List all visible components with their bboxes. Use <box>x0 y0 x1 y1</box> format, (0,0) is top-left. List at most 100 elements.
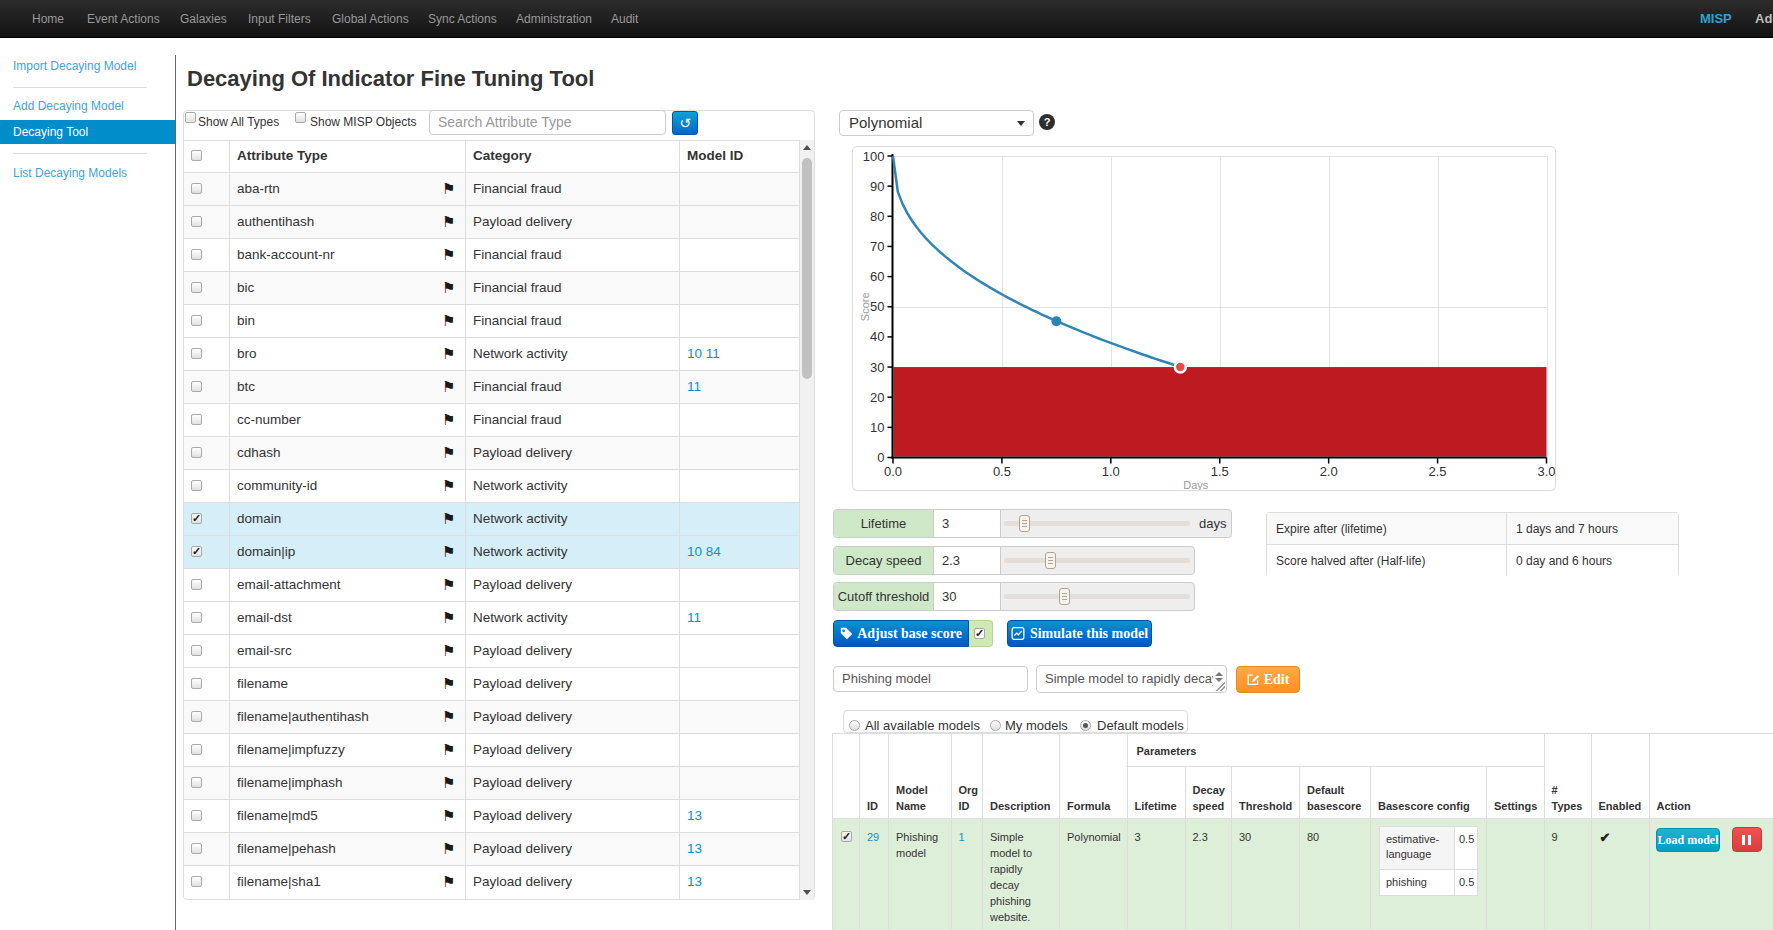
flag-icon[interactable]: ⚑ <box>442 246 455 264</box>
simulate-model-button[interactable]: Simulate this model <box>1007 620 1152 647</box>
model-id-links[interactable]: 10 84 <box>687 544 721 559</box>
current-score-marker[interactable] <box>1051 316 1061 326</box>
row-checkbox[interactable] <box>191 546 202 557</box>
model-row-checkbox[interactable] <box>841 831 852 842</box>
flag-icon[interactable]: ⚑ <box>442 576 455 594</box>
row-checkbox[interactable] <box>191 612 202 623</box>
attribute-table-scrollbar[interactable] <box>800 140 814 900</box>
sidebar-item-add-decaying-model[interactable]: Add Decaying Model <box>13 99 124 113</box>
refresh-button[interactable]: ↺ <box>672 111 698 135</box>
control-value-input[interactable]: 30 <box>934 583 1001 610</box>
radio-label[interactable]: All available models <box>865 718 980 733</box>
nav-item-event-actions[interactable]: Event Actions <box>87 0 160 38</box>
row-checkbox[interactable] <box>191 810 202 821</box>
row-checkbox[interactable] <box>191 414 202 425</box>
flag-icon[interactable]: ⚑ <box>442 213 455 231</box>
flag-icon[interactable]: ⚑ <box>442 378 455 396</box>
row-checkbox[interactable] <box>191 843 202 854</box>
slider-handle[interactable] <box>1045 552 1056 569</box>
attribute-row-email-dst[interactable]: email-dst⚑Network activity11 <box>184 601 800 634</box>
row-checkbox[interactable] <box>191 876 202 887</box>
search-input[interactable]: Search Attribute Type <box>429 110 666 135</box>
attribute-row-email-attachment[interactable]: email-attachment⚑Payload delivery <box>184 568 800 601</box>
radio-my-models[interactable] <box>990 720 1001 731</box>
row-checkbox[interactable] <box>191 480 202 491</box>
slider-track[interactable] <box>1004 558 1190 563</box>
attribute-row-domain[interactable]: domain⚑Network activity <box>184 502 800 535</box>
control-value-input[interactable]: 2.3 <box>934 547 1001 574</box>
textarea-up-arrow[interactable] <box>1215 672 1223 676</box>
attribute-row-filename[interactable]: filename⚑Payload delivery <box>184 667 800 700</box>
flag-icon[interactable]: ⚑ <box>442 510 455 528</box>
nav-item-home[interactable]: Home <box>32 0 64 38</box>
select-all-checkbox[interactable] <box>191 150 202 161</box>
attribute-row-filename|impfuzzy[interactable]: filename|impfuzzy⚑Payload delivery <box>184 733 800 766</box>
flag-icon[interactable]: ⚑ <box>442 543 455 561</box>
sidebar-item-decaying-tool[interactable]: Decaying Tool <box>0 120 175 144</box>
row-checkbox[interactable] <box>191 315 202 326</box>
row-checkbox[interactable] <box>191 711 202 722</box>
model-org-id[interactable]: 1 <box>959 829 965 845</box>
radio-all-available-models[interactable] <box>849 720 860 731</box>
attribute-row-aba-rtn[interactable]: aba-rtn⚑Financial fraud <box>184 172 800 205</box>
adjust-base-score-button[interactable]: Adjust base score <box>833 620 969 647</box>
slider-handle[interactable] <box>1019 515 1030 532</box>
flag-icon[interactable]: ⚑ <box>442 411 455 429</box>
attribute-row-filename|authentihash[interactable]: filename|authentihash⚑Payload delivery <box>184 700 800 733</box>
formula-select[interactable]: Polynomial <box>839 110 1034 136</box>
slider-track[interactable] <box>1004 594 1190 599</box>
pause-model-button[interactable] <box>1732 827 1762 852</box>
flag-icon[interactable]: ⚑ <box>442 807 455 825</box>
row-checkbox[interactable] <box>191 216 202 227</box>
cutoff-marker[interactable] <box>1175 362 1186 373</box>
row-checkbox[interactable] <box>191 381 202 392</box>
model-id-links[interactable]: 13 <box>687 841 702 856</box>
scrollbar-up-arrow[interactable] <box>803 145 811 150</box>
load-model-button[interactable]: Load model <box>1656 828 1720 852</box>
scrollbar-thumb[interactable] <box>802 158 812 379</box>
flag-icon[interactable]: ⚑ <box>442 708 455 726</box>
flag-icon[interactable]: ⚑ <box>442 279 455 297</box>
nav-item-administration[interactable]: Administration <box>516 0 592 38</box>
navbar-user-menu[interactable]: Admin <box>1755 0 1773 38</box>
flag-icon[interactable]: ⚑ <box>442 477 455 495</box>
control-value-input[interactable]: 3 <box>934 510 1001 537</box>
attribute-row-cc-number[interactable]: cc-number⚑Financial fraud <box>184 403 800 436</box>
sidebar-item-import-decaying-model[interactable]: Import Decaying Model <box>13 59 136 73</box>
flag-icon[interactable]: ⚑ <box>442 444 455 462</box>
help-icon[interactable]: ? <box>1039 114 1055 130</box>
nav-item-input-filters[interactable]: Input Filters <box>248 0 311 38</box>
flag-icon[interactable]: ⚑ <box>442 741 455 759</box>
attribute-row-bank-account-nr[interactable]: bank-account-nr⚑Financial fraud <box>184 238 800 271</box>
flag-icon[interactable]: ⚑ <box>442 345 455 363</box>
model-description-textarea[interactable]: Simple model to rapidly decay <box>1036 665 1227 693</box>
decay-chart[interactable]: 01020304050607080901000.00.51.01.52.02.5… <box>853 147 1555 490</box>
model-row[interactable]: 29Phishing model1Simple model to rapidly… <box>832 819 1773 930</box>
flag-icon[interactable]: ⚑ <box>442 675 455 693</box>
show-misp-objects-checkbox[interactable] <box>295 112 306 123</box>
radio-label[interactable]: Default models <box>1097 718 1184 733</box>
attribute-row-community-id[interactable]: community-id⚑Network activity <box>184 469 800 502</box>
row-checkbox[interactable] <box>191 678 202 689</box>
row-checkbox[interactable] <box>191 183 202 194</box>
show-all-types-checkbox[interactable] <box>185 112 196 123</box>
navbar-brand[interactable]: MISP <box>1700 0 1732 38</box>
nav-item-galaxies[interactable]: Galaxies <box>180 0 227 38</box>
row-checkbox[interactable] <box>191 645 202 656</box>
row-checkbox[interactable] <box>191 513 202 524</box>
nav-item-audit[interactable]: Audit <box>611 0 638 38</box>
row-checkbox[interactable] <box>191 777 202 788</box>
row-checkbox[interactable] <box>191 348 202 359</box>
textarea-resize-grip[interactable] <box>1216 682 1225 691</box>
slider-track[interactable] <box>1004 521 1190 526</box>
attribute-row-authentihash[interactable]: authentihash⚑Payload delivery <box>184 205 800 238</box>
row-checkbox[interactable] <box>191 249 202 260</box>
row-checkbox[interactable] <box>191 447 202 458</box>
flag-icon[interactable]: ⚑ <box>442 873 455 891</box>
nav-item-sync-actions[interactable]: Sync Actions <box>428 0 497 38</box>
slider-handle[interactable] <box>1059 588 1070 605</box>
attribute-row-btc[interactable]: btc⚑Financial fraud11 <box>184 370 800 403</box>
flag-icon[interactable]: ⚑ <box>442 609 455 627</box>
attribute-row-domain|ip[interactable]: domain|ip⚑Network activity10 84 <box>184 535 800 568</box>
attribute-row-filename|imphash[interactable]: filename|imphash⚑Payload delivery <box>184 766 800 799</box>
